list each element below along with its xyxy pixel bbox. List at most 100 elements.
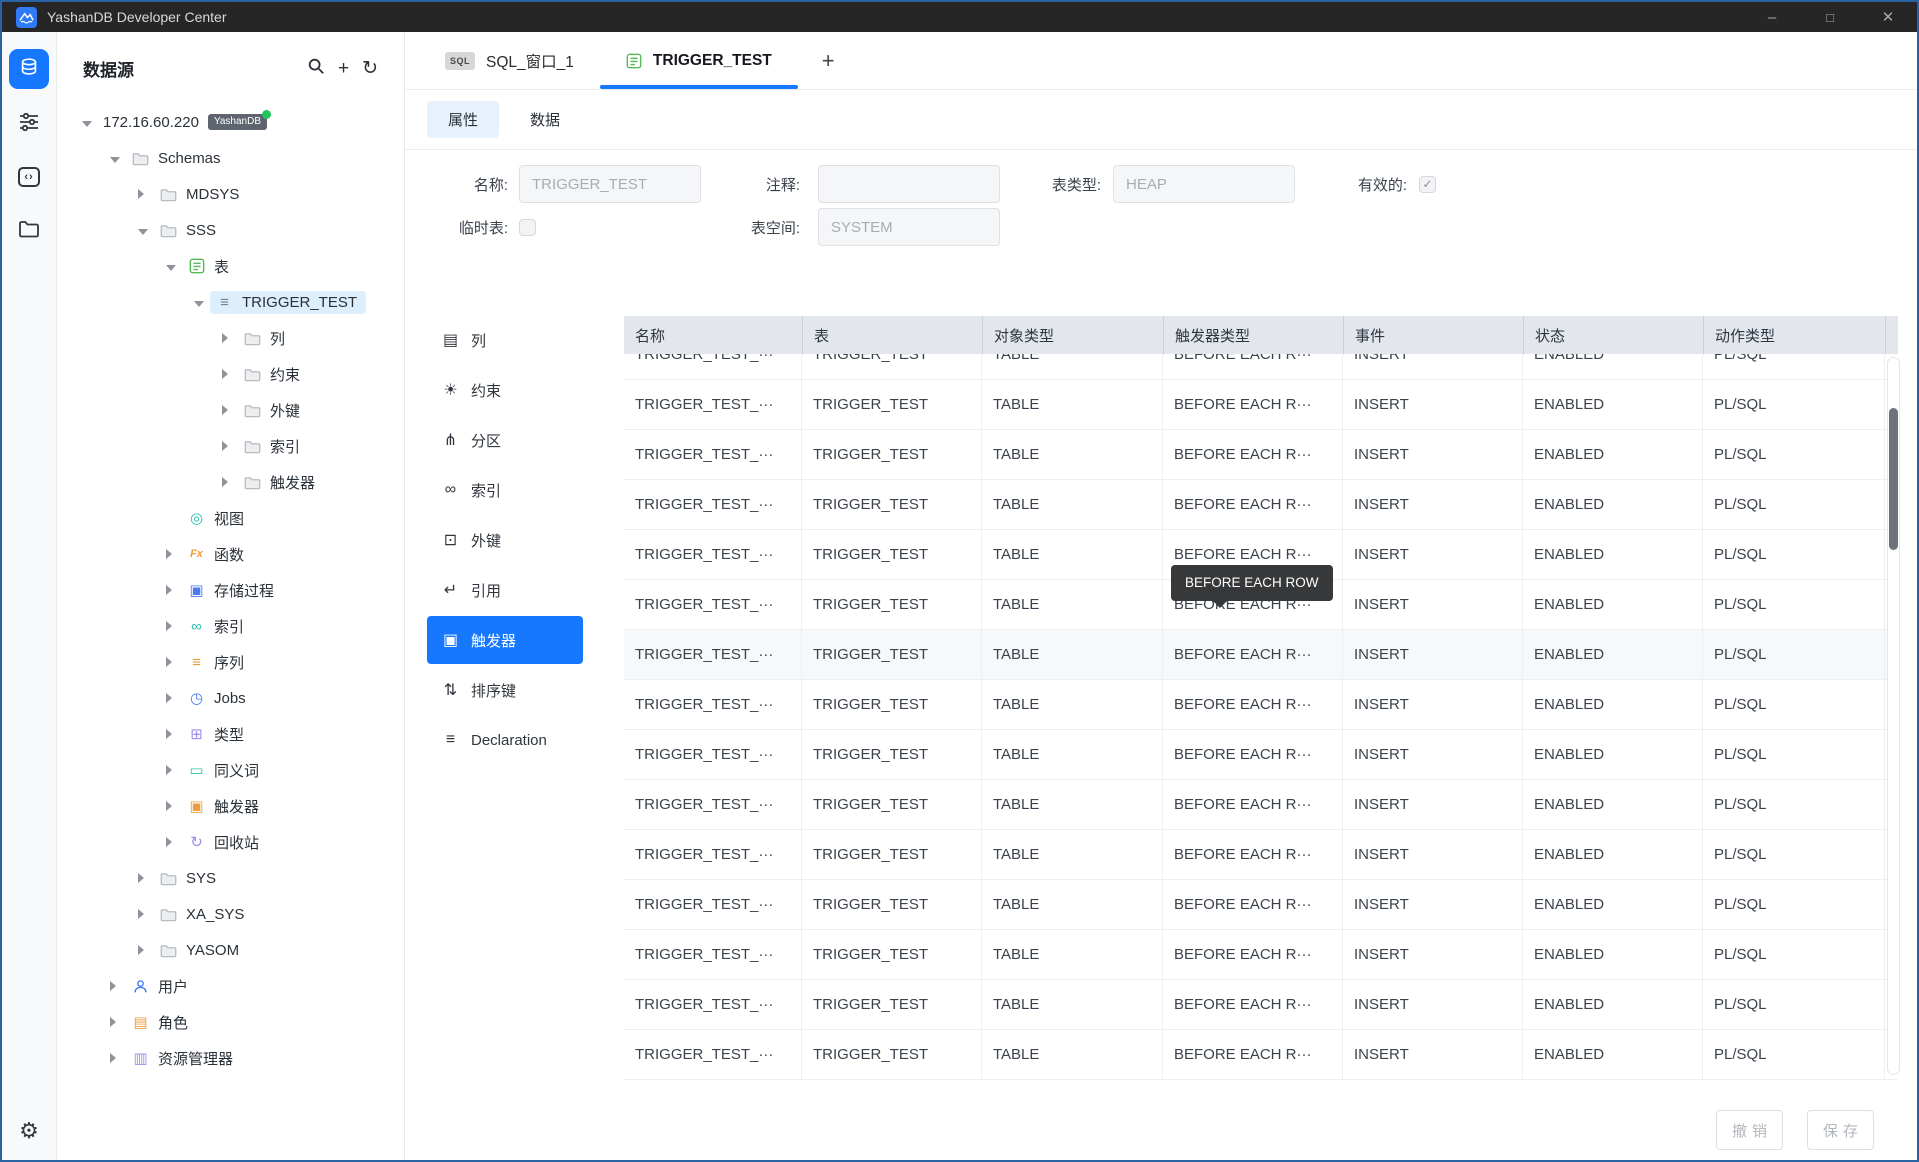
caret-down-icon[interactable] xyxy=(166,258,179,275)
caret-right-icon[interactable] xyxy=(166,654,179,671)
settings-sliders-rail-button[interactable] xyxy=(9,103,49,143)
caret-down-icon[interactable] xyxy=(110,150,123,167)
tree-item-Schemas[interactable]: Schemas xyxy=(57,140,404,176)
table-row[interactable]: TRIGGER_TEST_···TRIGGER_TESTTABLEBEFORE … xyxy=(624,480,1898,530)
caret-down-icon[interactable] xyxy=(138,222,151,239)
table-type-input[interactable]: HEAP xyxy=(1113,165,1295,203)
subtab-属性[interactable]: 属性 xyxy=(427,101,499,138)
caret-right-icon[interactable] xyxy=(138,186,151,203)
detail-menu-引用[interactable]: ↵引用 xyxy=(427,566,583,614)
subtab-数据[interactable]: 数据 xyxy=(509,101,581,138)
table-row[interactable]: TRIGGER_TEST_···TRIGGER_TESTTABLEBEFORE … xyxy=(624,430,1898,480)
temp-table-checkbox[interactable] xyxy=(519,219,536,236)
table-row[interactable]: TRIGGER_TEST_···TRIGGER_TESTTABLEBEFORE … xyxy=(624,830,1898,880)
tree-item-触发器[interactable]: 触发器 xyxy=(57,464,404,500)
tree-item-SYS[interactable]: SYS xyxy=(57,860,404,896)
tree-item-索引[interactable]: ∞索引 xyxy=(57,608,404,644)
tablespace-input[interactable]: SYSTEM xyxy=(818,208,1000,246)
caret-down-icon[interactable] xyxy=(82,114,95,131)
table-row[interactable]: TRIGGER_TEST_···TRIGGER_TESTTABLEBEFORE … xyxy=(624,780,1898,830)
column-header-动作类型[interactable]: 动作类型 xyxy=(1703,316,1885,354)
tree-item-YASOM[interactable]: YASOM xyxy=(57,932,404,968)
save-button[interactable]: 保存 xyxy=(1807,1110,1874,1150)
detail-menu-列[interactable]: ▤列 xyxy=(427,316,583,364)
undo-button[interactable]: 撤销 xyxy=(1716,1110,1783,1150)
caret-right-icon[interactable] xyxy=(110,978,123,995)
plus-icon[interactable]: + xyxy=(338,59,349,78)
tree-item-172.16.60.220[interactable]: 172.16.60.220YashanDB xyxy=(57,104,404,140)
scrollbar-thumb[interactable] xyxy=(1889,408,1898,550)
tree-item-TRIGGER_TEST[interactable]: ≡TRIGGER_TEST xyxy=(57,284,404,320)
caret-right-icon[interactable] xyxy=(222,330,235,347)
tab-SQL_窗口_1[interactable]: SQLSQL_窗口_1 xyxy=(419,32,600,89)
tree-item-Jobs[interactable]: ◷Jobs xyxy=(57,680,404,716)
caret-right-icon[interactable] xyxy=(166,834,179,851)
column-header-事件[interactable]: 事件 xyxy=(1343,316,1523,354)
caret-right-icon[interactable] xyxy=(222,474,235,491)
maximize-button[interactable]: □ xyxy=(1801,2,1859,32)
caret-right-icon[interactable] xyxy=(138,870,151,887)
minimize-button[interactable]: – xyxy=(1743,2,1801,32)
tree-item-XA_SYS[interactable]: XA_SYS xyxy=(57,896,404,932)
tree-item-表[interactable]: 表 xyxy=(57,248,404,284)
search-icon[interactable] xyxy=(307,57,325,79)
new-tab-button[interactable]: + xyxy=(798,32,859,89)
column-header-对象类型[interactable]: 对象类型 xyxy=(982,316,1163,354)
table-scrollbar[interactable] xyxy=(1887,357,1900,1075)
close-button[interactable]: ✕ xyxy=(1859,2,1917,32)
tab-TRIGGER_TEST[interactable]: TRIGGER_TEST xyxy=(600,32,798,89)
tree-item-SSS[interactable]: SSS xyxy=(57,212,404,248)
tree-item-同义词[interactable]: ▭同义词 xyxy=(57,752,404,788)
caret-right-icon[interactable] xyxy=(222,366,235,383)
detail-menu-分区[interactable]: ⋔分区 xyxy=(427,416,583,464)
tree-item-约束[interactable]: 约束 xyxy=(57,356,404,392)
table-row[interactable]: TRIGGER_TEST_···TRIGGER_TESTTABLEBEFORE … xyxy=(624,680,1898,730)
column-header-名称[interactable]: 名称 xyxy=(624,316,802,354)
detail-menu-Declaration[interactable]: ≡Declaration xyxy=(427,716,583,764)
valid-checkbox[interactable]: ✓ xyxy=(1419,176,1436,193)
table-row[interactable]: TRIGGER_TEST_···TRIGGER_TESTTABLEBEFORE … xyxy=(624,380,1898,430)
tree-item-资源管理器[interactable]: ▥资源管理器 xyxy=(57,1040,404,1076)
tree-item-函数[interactable]: Fx函数 xyxy=(57,536,404,572)
column-header-表[interactable]: 表 xyxy=(802,316,982,354)
tree-item-列[interactable]: 列 xyxy=(57,320,404,356)
tree-item-角色[interactable]: ▤角色 xyxy=(57,1004,404,1040)
column-header-触发器类型[interactable]: 触发器类型 xyxy=(1163,316,1343,354)
detail-menu-触发器[interactable]: ▣触发器 xyxy=(427,616,583,664)
datasources-rail-button[interactable] xyxy=(9,49,49,89)
detail-menu-外键[interactable]: ⊡外键 xyxy=(427,516,583,564)
caret-right-icon[interactable] xyxy=(138,906,151,923)
table-row[interactable]: TRIGGER_TEST_···TRIGGER_TESTTABLEBEFORE … xyxy=(624,730,1898,780)
sql-console-rail-button[interactable]: ‹› xyxy=(9,157,49,197)
table-row[interactable]: TRIGGER_TEST_···TRIGGER_TESTTABLEBEFORE … xyxy=(624,980,1898,1030)
tree-item-类型[interactable]: ⊞类型 xyxy=(57,716,404,752)
table-row[interactable]: TRIGGER_TEST_···TRIGGER_TESTTABLEBEFORE … xyxy=(624,930,1898,980)
caret-right-icon[interactable] xyxy=(166,582,179,599)
detail-menu-索引[interactable]: ∞索引 xyxy=(427,466,583,514)
caret-right-icon[interactable] xyxy=(110,1014,123,1031)
table-row[interactable]: TRIGGER_TEST_···TRIGGER_TESTTABLEBEFORE … xyxy=(624,630,1898,680)
detail-menu-排序键[interactable]: ⇅排序键 xyxy=(427,666,583,714)
caret-right-icon[interactable] xyxy=(166,690,179,707)
tree-item-索引[interactable]: 索引 xyxy=(57,428,404,464)
detail-menu-约束[interactable]: ☀约束 xyxy=(427,366,583,414)
tree-item-外键[interactable]: 外键 xyxy=(57,392,404,428)
caret-right-icon[interactable] xyxy=(166,618,179,635)
caret-right-icon[interactable] xyxy=(222,402,235,419)
table-row[interactable]: TRIGGER_TEST_···TRIGGER_TESTTABLEBEFORE … xyxy=(624,880,1898,930)
caret-right-icon[interactable] xyxy=(166,798,179,815)
tree-item-触发器[interactable]: ▣触发器 xyxy=(57,788,404,824)
caret-right-icon[interactable] xyxy=(166,726,179,743)
settings-gear-button[interactable]: ⚙ xyxy=(2,1118,56,1144)
caret-right-icon[interactable] xyxy=(222,438,235,455)
tree-item-存储过程[interactable]: ▣存储过程 xyxy=(57,572,404,608)
comment-input[interactable] xyxy=(818,165,1000,203)
caret-right-icon[interactable] xyxy=(166,762,179,779)
table-row[interactable]: TRIGGER_TEST_···TRIGGER_TESTTABLEBEFORE … xyxy=(624,1030,1898,1080)
caret-right-icon[interactable] xyxy=(110,1050,123,1067)
caret-right-icon[interactable] xyxy=(138,942,151,959)
name-input[interactable]: TRIGGER_TEST xyxy=(519,165,701,203)
caret-down-icon[interactable] xyxy=(194,294,207,311)
tree-item-回收站[interactable]: ↻回收站 xyxy=(57,824,404,860)
tree-item-用户[interactable]: 用户 xyxy=(57,968,404,1004)
